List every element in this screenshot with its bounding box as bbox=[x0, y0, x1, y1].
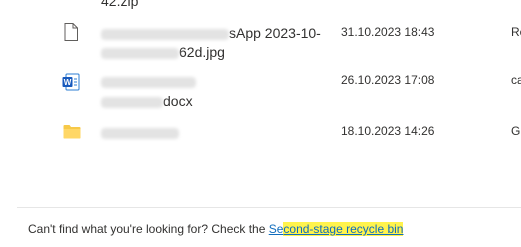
svg-text:W: W bbox=[64, 78, 72, 87]
modified-by: ca bbox=[511, 73, 521, 87]
file-row[interactable]: sApp 2023-10- 62d.jpg 31.10.2023 18:43 R… bbox=[0, 20, 521, 68]
modified-date: 26.10.2023 17:08 bbox=[341, 73, 435, 87]
file-name-second-line[interactable]: 62d.jpg bbox=[101, 42, 225, 62]
word-document-icon: W bbox=[62, 73, 80, 96]
redacted-text bbox=[101, 96, 163, 108]
redacted-text bbox=[101, 76, 196, 88]
folder-name[interactable] bbox=[101, 122, 179, 142]
divider bbox=[17, 207, 521, 208]
recycle-bin-footer: Can't find what you're looking for? Chec… bbox=[28, 222, 404, 236]
file-name-line2: docx bbox=[163, 93, 193, 109]
file-name-line2: 62d.jpg bbox=[179, 44, 225, 60]
file-name-partial[interactable]: 42.zip bbox=[101, 0, 138, 9]
redacted-text bbox=[101, 47, 179, 59]
modified-date: 18.10.2023 14:26 bbox=[341, 124, 435, 138]
file-name[interactable]: sApp 2023-10- bbox=[101, 23, 321, 43]
modified-by: Re bbox=[511, 25, 521, 39]
file-name[interactable] bbox=[101, 71, 196, 91]
redacted-text bbox=[101, 127, 179, 139]
link-highlighted-text: cond-stage recycle bin bbox=[283, 222, 404, 236]
footer-prompt: Can't find what you're looking for? Chec… bbox=[28, 222, 269, 236]
file-row[interactable]: W docx 26.10.2023 17:08 ca bbox=[0, 68, 521, 114]
folder-row[interactable]: 18.10.2023 14:26 Gl bbox=[0, 114, 521, 148]
file-name-second-line[interactable]: docx bbox=[101, 91, 193, 111]
file-name-line1: sApp 2023-10- bbox=[229, 25, 321, 41]
modified-by: Gl bbox=[511, 124, 521, 138]
second-stage-recycle-bin-link[interactable]: Second-stage recycle bin bbox=[269, 222, 404, 236]
link-prefix: Se bbox=[268, 222, 284, 236]
redacted-text bbox=[101, 28, 229, 40]
image-file-icon bbox=[64, 23, 78, 46]
modified-date: 31.10.2023 18:43 bbox=[341, 25, 435, 39]
folder-icon bbox=[63, 124, 81, 144]
